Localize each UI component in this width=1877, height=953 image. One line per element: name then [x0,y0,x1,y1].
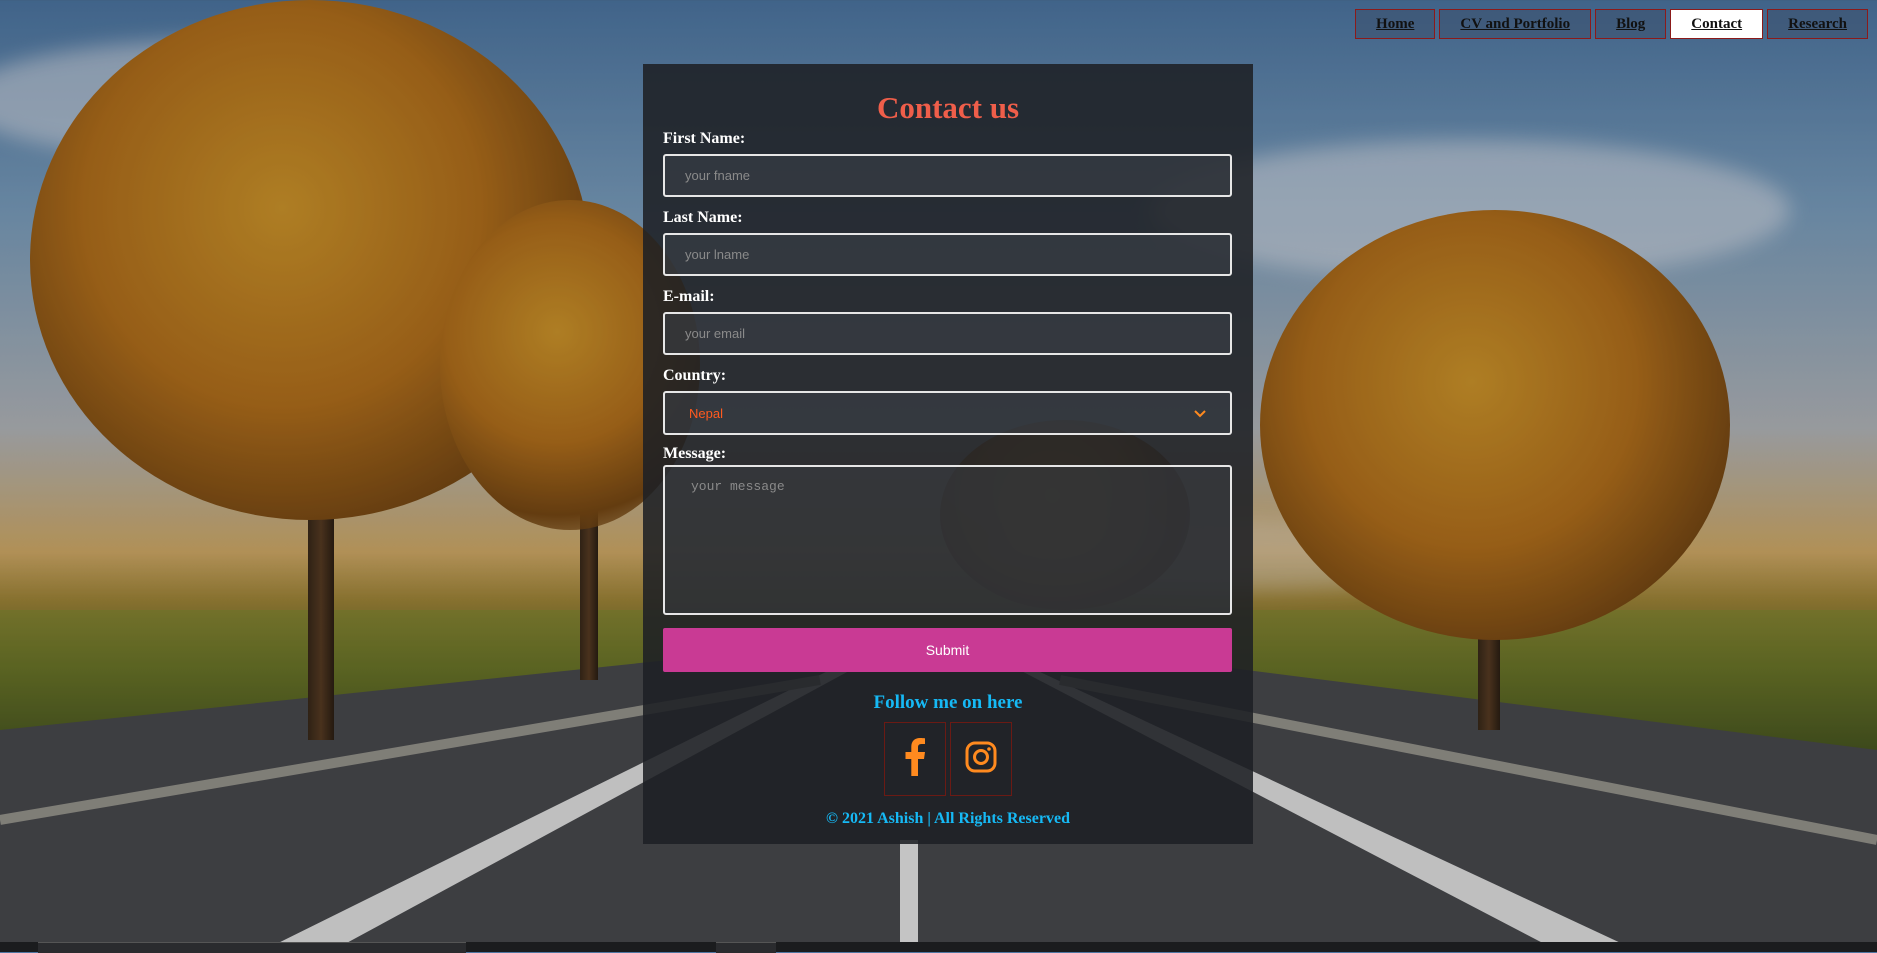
main-nav: Home CV and Portfolio Blog Contact Resea… [1355,9,1868,39]
nav-blog[interactable]: Blog [1595,9,1667,39]
footer-copyright: © 2021 Ashish | All Rights Reserved [826,810,1070,827]
country-select[interactable]: Nepal [663,391,1232,435]
first-name-label: First Name: [663,130,746,147]
bottom-strip [0,942,1877,953]
message-textarea[interactable] [663,465,1232,615]
submit-button[interactable]: Submit [663,628,1232,672]
first-name-input[interactable] [663,154,1232,197]
country-select-value: Nepal [689,405,723,421]
message-label: Message: [663,445,727,462]
country-label: Country: [663,367,727,384]
follow-heading: Follow me on here [873,692,1023,713]
email-label: E-mail: [663,288,715,305]
bottom-segment [38,942,466,953]
page-title: Contact us [876,90,1020,125]
nav-research[interactable]: Research [1767,9,1868,39]
bottom-segment [716,942,776,953]
email-input[interactable] [663,312,1232,355]
last-name-input[interactable] [663,233,1232,276]
contact-card: Contact us First Name: Last Name: E-mail… [643,64,1253,844]
social-links [663,722,1233,796]
last-name-label: Last Name: [663,209,743,226]
nav-cv-portfolio[interactable]: CV and Portfolio [1439,9,1592,39]
facebook-icon [904,737,926,781]
nav-contact[interactable]: Contact [1670,9,1764,39]
instagram-link[interactable] [950,722,1012,796]
instagram-icon [965,741,997,778]
nav-home[interactable]: Home [1355,9,1436,39]
chevron-down-icon [1194,405,1206,421]
facebook-link[interactable] [884,722,946,796]
